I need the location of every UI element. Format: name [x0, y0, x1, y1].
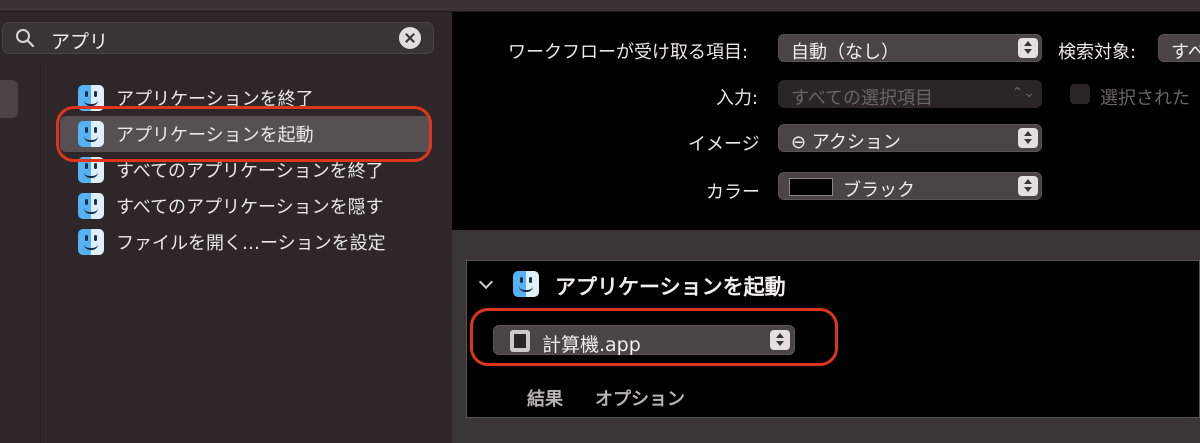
receives-label: ワークフローが受け取る項目: — [508, 42, 749, 63]
category-selection[interactable] — [0, 80, 18, 118]
tab-results[interactable]: 結果 — [527, 385, 563, 411]
color-swatch — [789, 178, 833, 196]
input-label: 入力: — [716, 88, 759, 109]
search-target-label: 検索対象: — [1058, 42, 1137, 63]
receives-popup[interactable]: 自動（なし） — [778, 34, 1042, 63]
tab-options[interactable]: オプション — [595, 385, 685, 411]
action-item-label: ファイルを開く…ーションを設定 — [116, 233, 386, 254]
search-target-value: すべ — [1171, 42, 1200, 63]
image-popup[interactable]: ⊖ アクション — [778, 124, 1042, 153]
disclosure-chevron-icon[interactable] — [478, 274, 494, 290]
color-popup[interactable]: ブラック — [778, 172, 1042, 201]
color-value: ブラック — [843, 180, 915, 201]
finder-icon — [78, 229, 104, 255]
input-popup[interactable]: すべての選択項目 ⌃⌄ — [778, 80, 1042, 109]
workflow-settings: ワークフローが受け取る項目: 自動（なし） 検索対象: すべ 入力: すべての選… — [452, 12, 1200, 230]
action-card-title: アプリケーションを起動 — [555, 275, 786, 299]
chevron-updown-icon: ⌃⌄ — [1011, 85, 1035, 101]
receives-value: 自動（なし） — [791, 42, 899, 63]
search-query[interactable]: アプリ — [51, 27, 108, 54]
popup-stepper-icon — [1018, 38, 1038, 58]
image-value: ⊖ アクション — [791, 132, 901, 153]
toolbar-strip — [0, 0, 1200, 12]
action-library-panel: アプリ アプリケーションを終了 アプリケーションを起動 すべてのアプリケーション… — [0, 12, 452, 443]
search-icon — [16, 29, 35, 48]
finder-icon — [513, 271, 539, 297]
action-item-label: すべてのアプリケーションを隠す — [116, 197, 384, 218]
finder-icon — [78, 193, 104, 219]
color-label: カラー — [706, 182, 760, 203]
search-field[interactable]: アプリ — [2, 22, 434, 54]
search-target-popup[interactable]: すべ — [1158, 34, 1200, 63]
image-label: イメージ — [688, 134, 760, 155]
popup-stepper-icon — [1018, 176, 1038, 196]
highlight-ring — [56, 106, 432, 162]
automator-window: アプリ アプリケーションを終了 アプリケーションを起動 すべてのアプリケーション… — [0, 0, 1200, 443]
highlight-ring — [470, 308, 838, 366]
popup-stepper-icon — [1018, 128, 1038, 148]
divider — [40, 64, 41, 443]
selected-items-checkbox[interactable] — [1070, 84, 1090, 104]
clear-search-icon[interactable] — [399, 27, 421, 49]
action-item[interactable]: ファイルを開く…ーションを設定 — [60, 224, 452, 260]
action-item[interactable]: すべてのアプリケーションを隠す — [60, 188, 452, 224]
input-value: すべての選択項目 — [791, 88, 934, 109]
selected-checkbox-label: 選択された — [1100, 88, 1190, 109]
